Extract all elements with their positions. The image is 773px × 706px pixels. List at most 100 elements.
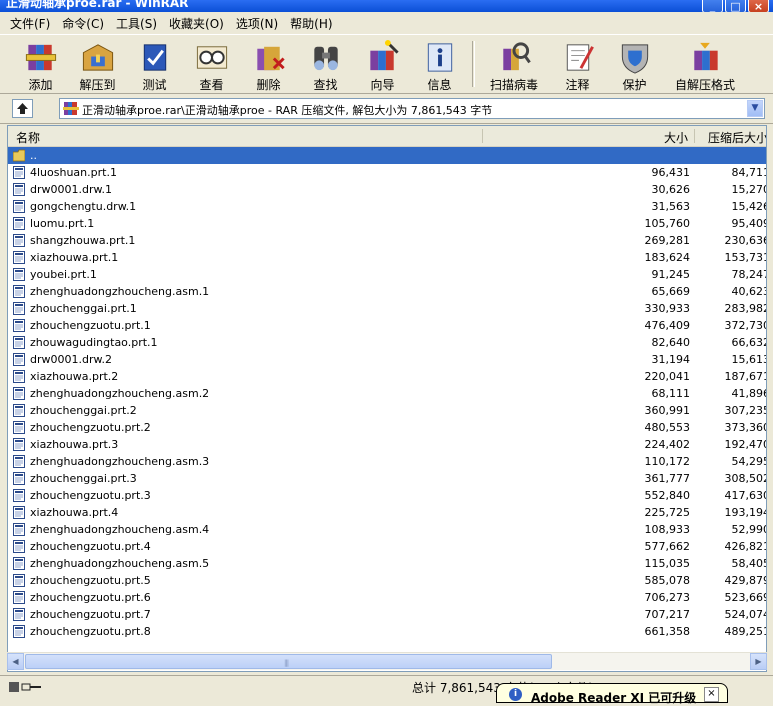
file-row[interactable]: zhenghuadongzhoucheng.asm.3 110,172 54,295	[8, 453, 766, 470]
file-size: 91,245	[651, 268, 691, 281]
menu-tools[interactable]: 工具(S)	[110, 15, 163, 32]
add-archive-icon	[25, 44, 56, 71]
file-row[interactable]: xiazhouwa.prt.3 224,402 192,470	[8, 436, 766, 453]
sfx-button[interactable]: 自解压格式	[663, 35, 747, 93]
file-size: 82,640	[651, 336, 691, 349]
column-divider[interactable]	[482, 129, 483, 143]
file-size: 110,172	[644, 455, 691, 468]
menu-options[interactable]: 选项(N)	[230, 15, 284, 32]
file-row[interactable]: zhouchenggai.prt.2 360,991 307,235	[8, 402, 767, 419]
path-combo[interactable]: 正滑动轴承proe.rar\正滑动轴承proe - RAR 压缩文件, 解包大小…	[59, 98, 765, 119]
comment-button[interactable]: 注释	[549, 35, 606, 93]
virus-scan-icon	[503, 42, 531, 71]
toolbar-separator	[472, 41, 475, 87]
file-row[interactable]: zhouchengzuotu.prt.7 707,217 524,074	[8, 606, 766, 623]
file-row[interactable]: 4luoshuan.prt.1 96,431 84,711	[8, 164, 767, 181]
file-row[interactable]: youbei.prt.1 91,245 78,247	[8, 266, 766, 283]
file-size: 330,933	[644, 302, 691, 315]
notification-close-button[interactable]: ×	[704, 687, 719, 702]
column-packed[interactable]: 压缩后大小	[708, 129, 766, 146]
file-row[interactable]: zhouchenggai.prt.1 330,933 283,982	[8, 300, 766, 317]
file-row[interactable]: zhouchengzuotu.prt.6 706,273 523,669	[8, 589, 766, 606]
file-row[interactable]: zhouchengzuotu.prt.5 585,078 429,879	[8, 572, 767, 589]
up-folder-button[interactable]	[12, 99, 33, 118]
file-size: 225,725	[644, 506, 691, 519]
menu-commands[interactable]: 命令(C)	[56, 15, 110, 32]
file-packed-size: 429,879	[724, 574, 767, 587]
menu-help[interactable]: 帮助(H)	[284, 15, 338, 32]
file-packed-size: 308,502	[724, 472, 767, 485]
file-name: youbei.prt.1	[30, 268, 97, 281]
file-packed-size: 84,711	[731, 166, 767, 179]
close-button[interactable]: ×	[748, 0, 769, 12]
file-name: zhenghuadongzhoucheng.asm.5	[30, 557, 210, 570]
file-name: zhenghuadongzhoucheng.asm.4	[30, 523, 210, 536]
file-icon	[13, 489, 25, 502]
find-button[interactable]: 查找	[297, 35, 354, 93]
file-size: 480,553	[644, 421, 691, 434]
file-icon	[13, 557, 25, 570]
scroll-right-button[interactable]: ▶	[750, 653, 767, 670]
test-button[interactable]: 测试	[126, 35, 183, 93]
file-icon	[13, 438, 25, 451]
delete-button[interactable]: 删除	[240, 35, 297, 93]
column-divider[interactable]	[694, 129, 695, 143]
file-packed-size: 307,235	[724, 404, 767, 417]
file-row[interactable]: zhenghuadongzhoucheng.asm.5 115,035 58,405	[8, 555, 766, 572]
wizard-button[interactable]: 向导	[354, 35, 411, 93]
file-packed-size: 372,730	[724, 319, 767, 332]
file-row[interactable]: zhouchengzuotu.prt.4 577,662 426,821	[8, 538, 766, 555]
file-name: drw0001.drw.2	[30, 353, 112, 366]
file-packed-size: 95,409	[731, 217, 767, 230]
file-row[interactable]: gongchengtu.drw.1 31,563 15,426	[8, 198, 766, 215]
file-name: zhouchenggai.prt.3	[30, 472, 137, 485]
file-row[interactable]: shangzhouwa.prt.1 269,281 230,636	[8, 232, 766, 249]
scroll-left-button[interactable]: ◀	[7, 653, 24, 670]
extract-to-button[interactable]: 解压到	[69, 35, 126, 93]
file-row[interactable]: xiazhouwa.prt.2 220,041 187,671	[8, 368, 766, 385]
info-label: 信息	[427, 78, 452, 92]
file-row[interactable]: zhouchenggai.prt.3 361,777 308,502	[8, 470, 767, 487]
file-row[interactable]: zhouchengzuotu.prt.3 552,840 417,630	[8, 487, 766, 504]
scroll-thumb[interactable]: |||	[25, 654, 552, 669]
info-button[interactable]: 信息	[411, 35, 468, 93]
file-size: 31,194	[651, 353, 691, 366]
file-name: zhouchengzuotu.prt.6	[30, 591, 151, 604]
grip-icon: |||	[284, 659, 289, 667]
file-row[interactable]: zhouchengzuotu.prt.2 480,553 373,360	[8, 419, 766, 436]
file-row[interactable]: zhenghuadongzhoucheng.asm.4 108,933 52,990	[8, 521, 766, 538]
file-packed-size: 193,194	[724, 506, 767, 519]
horizontal-scrollbar[interactable]: ◀ ||| ▶	[7, 652, 767, 670]
file-row[interactable]: xiazhouwa.prt.4 225,725 193,194	[8, 504, 767, 521]
protect-button[interactable]: 保护	[606, 35, 663, 93]
parent-folder-row[interactable]: ..	[8, 147, 766, 164]
file-name: zhouchenggai.prt.1	[30, 302, 137, 315]
file-row[interactable]: drw0001.drw.1 30,626 15,270	[8, 181, 766, 198]
view-button[interactable]: 查看	[183, 35, 240, 93]
column-size[interactable]: 大小	[664, 129, 688, 146]
file-icon	[13, 455, 25, 468]
column-name[interactable]: 名称	[16, 129, 40, 146]
file-packed-size: 41,896	[731, 387, 767, 400]
menu-file[interactable]: 文件(F)	[4, 15, 56, 32]
file-row[interactable]: zhouchengzuotu.prt.1 476,409 372,730	[8, 317, 767, 334]
minimize-button[interactable]: _	[702, 0, 723, 12]
file-name: gongchengtu.drw.1	[30, 200, 137, 213]
file-row[interactable]: zhenghuadongzhoucheng.asm.2 68,111 41,896	[8, 385, 767, 402]
add-button[interactable]: 添加	[12, 35, 69, 93]
maximize-button[interactable]: □	[725, 0, 746, 12]
file-icon	[13, 506, 25, 519]
file-row[interactable]: xiazhouwa.prt.1 183,624 153,731	[8, 249, 766, 266]
file-row[interactable]: drw0001.drw.2 31,194 15,613	[8, 351, 766, 368]
file-row[interactable]: zhenghuadongzhoucheng.asm.1 65,669 40,623	[8, 283, 766, 300]
test-icon	[143, 44, 166, 71]
virus-scan-button[interactable]: 扫描病毒	[479, 35, 549, 93]
dropdown-arrow-icon[interactable]: ▼	[747, 100, 763, 117]
file-row[interactable]: zhouwagudingtao.prt.1 82,640 66,632	[8, 334, 766, 351]
file-icon	[13, 540, 25, 553]
file-row[interactable]: luomu.prt.1 105,760 95,409	[8, 215, 767, 232]
update-notification[interactable]: i Adobe Reader XI 已可升级 ×	[496, 683, 728, 705]
menu-favorites[interactable]: 收藏夹(O)	[163, 15, 230, 32]
file-row[interactable]: zhouchengzuotu.prt.8 661,358 489,251	[8, 623, 766, 640]
file-name: xiazhouwa.prt.4	[30, 506, 119, 519]
